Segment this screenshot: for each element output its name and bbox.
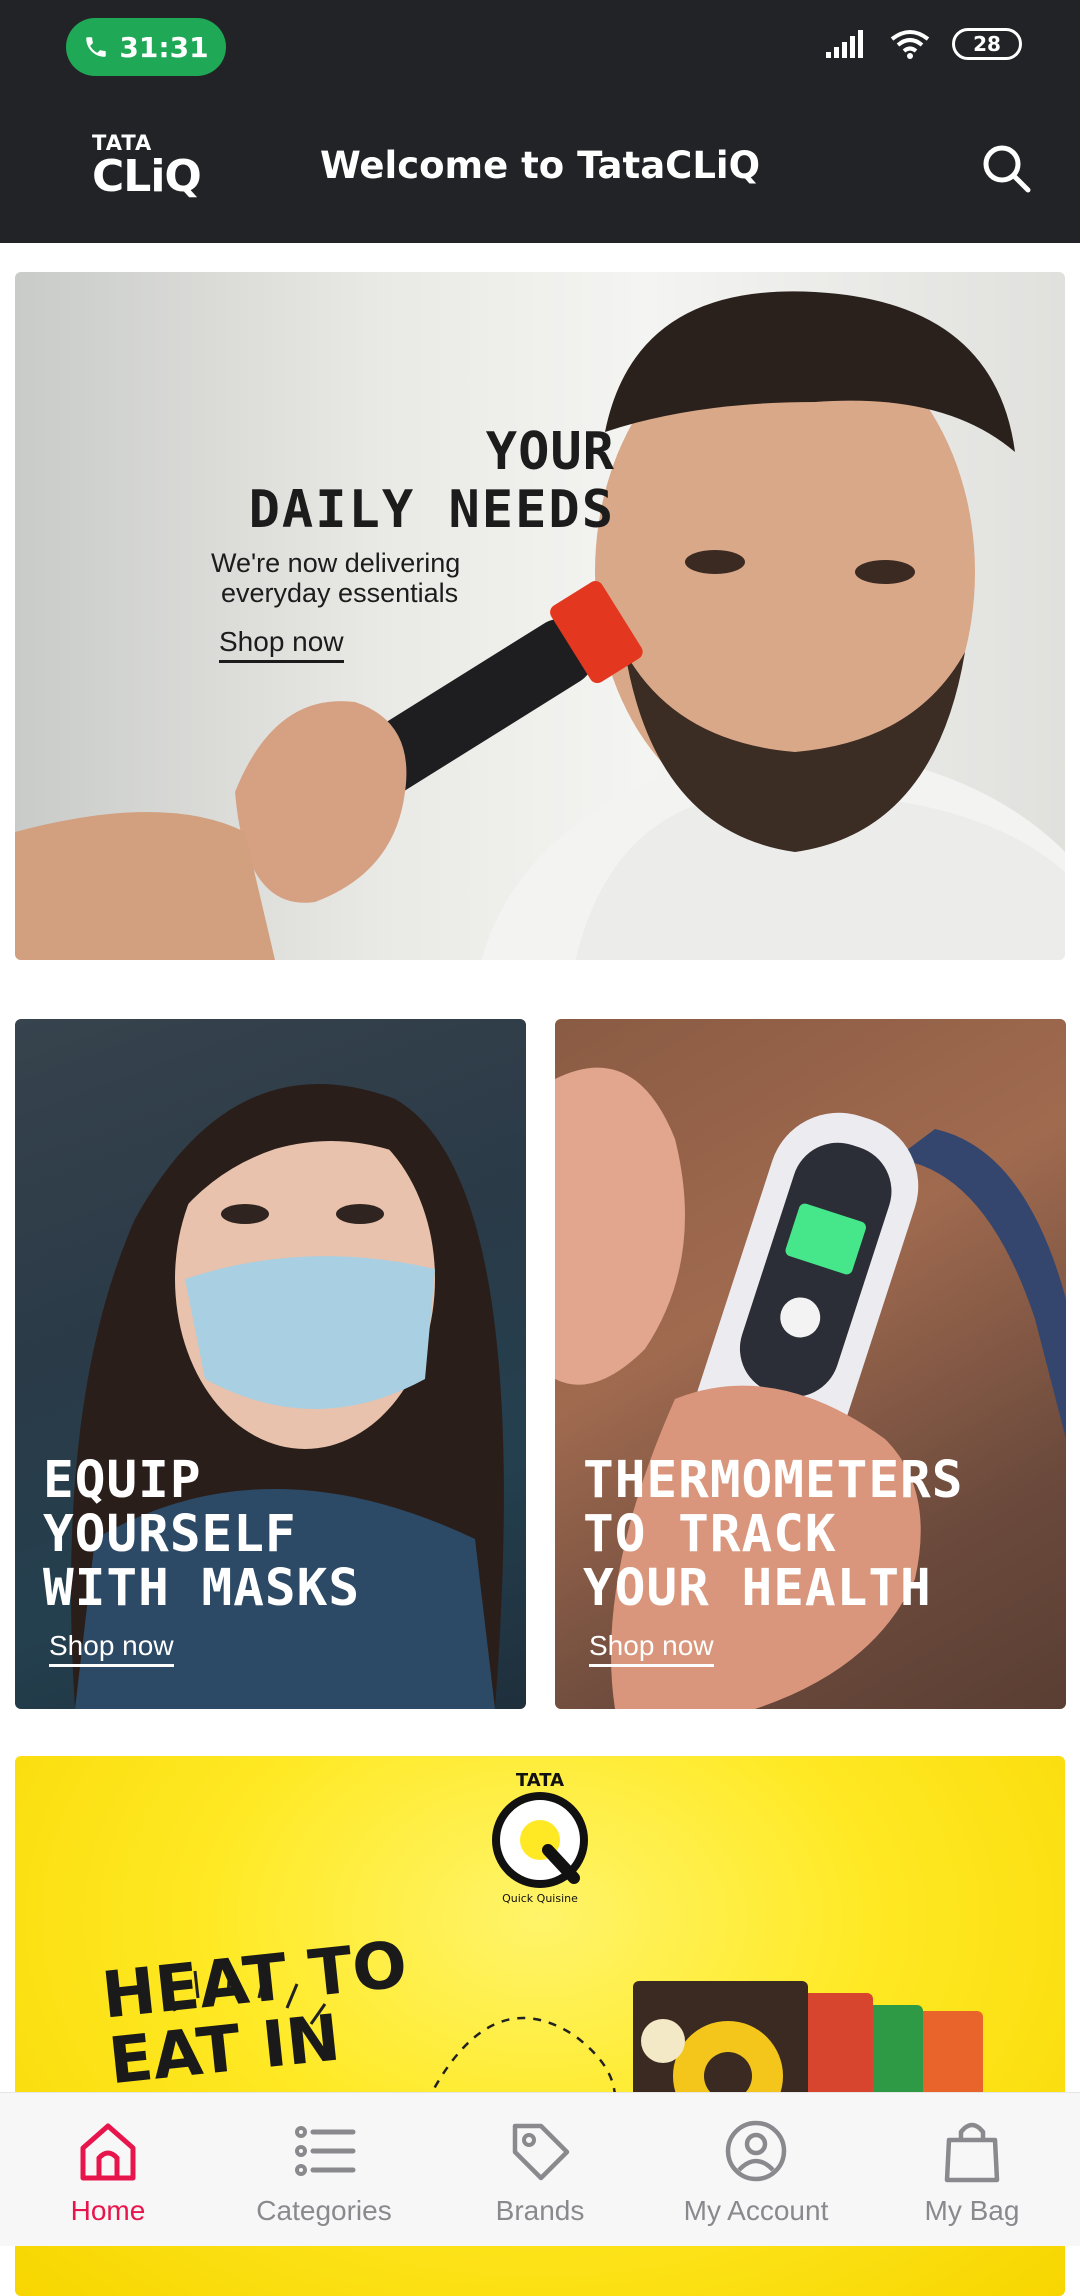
thermometers-banner[interactable]: THERMOMETERS TO TRACK YOUR HEALTH Shop n… xyxy=(555,1019,1066,1709)
masks-shop-now-link[interactable]: Shop now xyxy=(49,1630,174,1667)
hero-title-line1: YOUR xyxy=(485,422,615,482)
nav-my-bag-label: My Bag xyxy=(924,2195,1020,2226)
list-icon xyxy=(288,2115,360,2187)
nav-my-account-label: My Account xyxy=(683,2195,829,2226)
user-circle-icon xyxy=(720,2115,792,2187)
nav-categories[interactable]: Categories xyxy=(216,2093,432,2246)
nav-my-bag[interactable]: My Bag xyxy=(864,2093,1080,2246)
masks-title-line2: YOURSELF xyxy=(43,1505,297,1564)
signal-icon xyxy=(826,30,863,58)
home-icon xyxy=(72,2115,144,2187)
search-icon xyxy=(983,145,1031,193)
hero-shop-now-link[interactable]: Shop now xyxy=(219,626,344,663)
nav-brands-label: Brands xyxy=(495,2195,585,2226)
quisine-brand-sub: Quick Quisine xyxy=(502,1892,578,1905)
thermometers-title-line2: TO TRACK xyxy=(583,1505,837,1564)
hero-subtitle-line1: We're now delivering xyxy=(211,548,461,578)
quisine-brand-tata: TATA xyxy=(515,1770,565,1791)
thermometers-shop-now-link[interactable]: Shop now xyxy=(589,1630,714,1667)
hero-subtitle-line2: everyday essentials xyxy=(221,578,459,608)
masks-title-line1: EQUIP xyxy=(43,1451,202,1510)
nav-home-label: Home xyxy=(70,2195,146,2226)
nav-categories-label: Categories xyxy=(256,2195,392,2226)
masks-title-line3: WITH MASKS xyxy=(43,1559,361,1618)
thermometers-title-line3: YOUR HEALTH xyxy=(583,1559,932,1618)
masks-text-block: EQUIP YOURSELF WITH MASKS Shop now xyxy=(43,1454,360,1667)
phone-icon xyxy=(86,37,107,57)
tag-icon xyxy=(504,2115,576,2187)
thermometers-title-line1: THERMOMETERS xyxy=(583,1451,964,1510)
nav-home[interactable]: Home xyxy=(0,2093,216,2246)
q-logo-icon xyxy=(492,1792,588,1888)
bottom-navigation: Home Categories Brands My Account My Bag xyxy=(0,2092,1080,2246)
app-header: TATA CLiQ Welcome to TataCLiQ xyxy=(0,96,1080,243)
wifi-icon xyxy=(890,30,930,59)
search-button[interactable] xyxy=(974,136,1038,200)
battery-indicator: 28 xyxy=(952,28,1022,60)
nav-my-account[interactable]: My Account xyxy=(648,2093,864,2246)
thermometers-text-block: THERMOMETERS TO TRACK YOUR HEALTH Shop n… xyxy=(583,1454,963,1667)
masks-banner[interactable]: EQUIP YOURSELF WITH MASKS Shop now xyxy=(15,1019,526,1709)
ongoing-call-pill[interactable]: 31:31 xyxy=(66,18,226,76)
hero-title-line2: DAILY NEEDS xyxy=(248,480,615,540)
page-title: Welcome to TataCLiQ xyxy=(319,144,761,187)
bag-icon xyxy=(936,2115,1008,2187)
daily-needs-banner[interactable]: YOUR DAILY NEEDS We're now delivering ev… xyxy=(15,272,1065,960)
nav-brands[interactable]: Brands xyxy=(432,2093,648,2246)
hero-text-block: YOUR DAILY NEEDS We're now delivering ev… xyxy=(195,422,615,663)
quick-quisine-logo: Quick Quisine xyxy=(490,1792,590,1905)
call-timer: 31:31 xyxy=(119,30,209,64)
status-bar: 31:31 28 xyxy=(0,0,1080,96)
